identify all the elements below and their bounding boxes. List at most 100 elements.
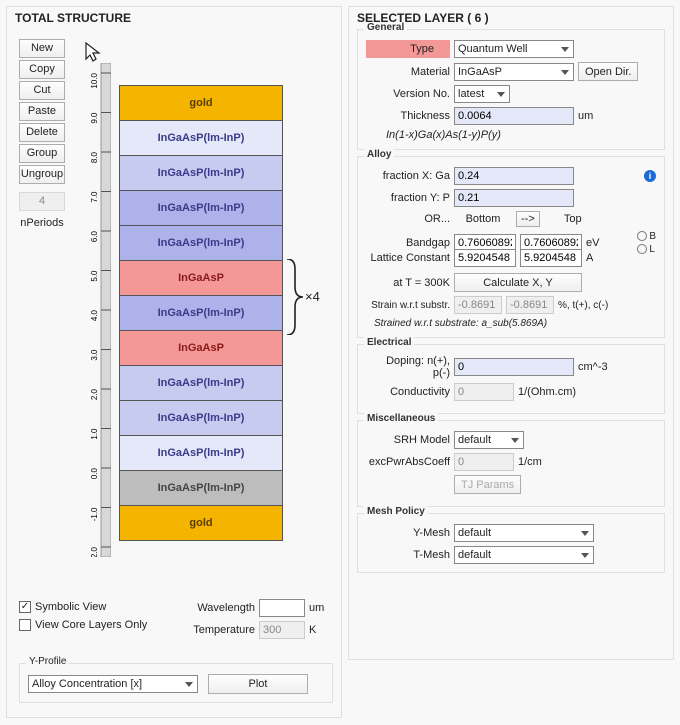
strain-note: Strained w.r.t substrate: a_sub(5.869A): [374, 318, 656, 329]
general-group: General Type Quantum Well Material InGaA…: [357, 29, 665, 150]
tmesh-select[interactable]: default: [454, 546, 594, 564]
lattice-bottom-input[interactable]: [454, 249, 516, 267]
bottom-header: Bottom: [454, 213, 512, 225]
strain-top: [506, 296, 554, 314]
layer-row[interactable]: InGaAsP(lm-InP): [119, 155, 283, 191]
temperature-unit: K: [309, 624, 316, 636]
layer-row[interactable]: InGaAsP(lm-InP): [119, 225, 283, 261]
nperiods-value: 4: [19, 192, 65, 211]
type-label: Type: [366, 40, 450, 58]
group-button[interactable]: Group: [19, 144, 65, 163]
layer-row[interactable]: InGaAsP: [119, 260, 283, 296]
symbolic-view-check[interactable]: ✓Symbolic View: [19, 601, 106, 613]
strain-unit: %, t(+), c(-): [558, 300, 608, 311]
srh-select[interactable]: default: [454, 431, 524, 449]
temperature-input[interactable]: [259, 621, 305, 639]
type-select[interactable]: Quantum Well: [454, 40, 574, 58]
misc-group: Miscellaneous SRH Model default excPwrAb…: [357, 420, 665, 507]
wavelength-label: Wavelength: [193, 602, 255, 614]
wavelength-unit: um: [309, 602, 324, 614]
ymesh-select[interactable]: default: [454, 524, 594, 542]
layer-stack[interactable]: goldInGaAsP(lm-InP)InGaAsP(lm-InP)InGaAs…: [119, 85, 283, 541]
lattice-unit: A: [586, 252, 593, 264]
svg-text:-2.0: -2.0: [90, 546, 99, 557]
nperiods-label: nPeriods: [19, 217, 65, 229]
srh-label: SRH Model: [366, 434, 450, 446]
layer-row[interactable]: InGaAsP(lm-InP): [119, 120, 283, 156]
misc-legend: Miscellaneous: [364, 413, 438, 424]
thickness-label: Thickness: [366, 110, 450, 122]
copy-button[interactable]: Copy: [19, 60, 65, 79]
alloy-legend: Alloy: [364, 149, 394, 160]
layer-row[interactable]: InGaAsP: [119, 330, 283, 366]
layer-row[interactable]: InGaAsP(lm-InP): [119, 435, 283, 471]
radio-b[interactable]: B: [637, 231, 656, 242]
cut-button[interactable]: Cut: [19, 81, 65, 100]
svg-text:8.0: 8.0: [90, 151, 99, 163]
lattice-top-input[interactable]: [520, 249, 582, 267]
arrow-button[interactable]: -->: [516, 211, 540, 227]
structure-button-column: New Copy Cut Paste Delete Group Ungroup …: [19, 39, 65, 229]
thickness-input[interactable]: [454, 107, 574, 125]
doping-input[interactable]: [454, 358, 574, 376]
strain-bottom: [454, 296, 502, 314]
total-structure-title: TOTAL STRUCTURE: [15, 11, 333, 25]
svg-text:-1.0: -1.0: [90, 507, 99, 521]
layer-row[interactable]: InGaAsP(lm-InP): [119, 470, 283, 506]
version-select[interactable]: latest: [454, 85, 510, 103]
delete-button[interactable]: Delete: [19, 123, 65, 142]
new-button[interactable]: New: [19, 39, 65, 58]
plot-button[interactable]: Plot: [208, 674, 308, 694]
alloy-group: Alloy fraction X: Ga i fraction Y: P OR.…: [357, 156, 665, 338]
wavelength-input[interactable]: [259, 599, 305, 617]
svg-text:10.0: 10.0: [90, 72, 99, 88]
layer-row[interactable]: InGaAsP(lm-InP): [119, 400, 283, 436]
doping-unit: cm^-3: [578, 361, 608, 373]
svg-text:6.0: 6.0: [90, 230, 99, 242]
layer-row[interactable]: InGaAsP(lm-InP): [119, 295, 283, 331]
material-select[interactable]: InGaAsP: [454, 63, 574, 81]
layer-row[interactable]: InGaAsP(lm-InP): [119, 365, 283, 401]
conductivity-label: Conductivity: [366, 386, 450, 398]
svg-text:3.0: 3.0: [90, 349, 99, 361]
svg-text:9.0: 9.0: [90, 112, 99, 124]
material-label: Material: [366, 66, 450, 78]
at-t-label: at T = 300K: [366, 277, 450, 289]
ungroup-button[interactable]: Ungroup: [19, 165, 65, 184]
doping-label: Doping: n(+), p(-): [366, 355, 450, 379]
electrical-legend: Electrical: [364, 337, 414, 348]
tj-params-button: TJ Params: [454, 475, 521, 494]
mesh-group: Mesh Policy Y-Mesh default T-Mesh defaul…: [357, 513, 665, 573]
yprofile-select[interactable]: Alloy Concentration [x]: [28, 675, 198, 693]
core-layers-only-check[interactable]: View Core Layers Only: [19, 619, 147, 631]
fraction-y-input[interactable]: [454, 189, 574, 207]
svg-text:4.0: 4.0: [90, 309, 99, 321]
conductivity-unit: 1/(Ohm.cm): [518, 386, 576, 398]
general-legend: General: [364, 22, 407, 33]
tmesh-label: T-Mesh: [366, 549, 450, 561]
version-label: Version No.: [366, 88, 450, 100]
thickness-unit: um: [578, 110, 593, 122]
core-layers-only-label: View Core Layers Only: [35, 619, 147, 631]
exc-unit: 1/cm: [518, 456, 542, 468]
layer-row[interactable]: gold: [119, 505, 283, 541]
layer-row[interactable]: gold: [119, 85, 283, 121]
paste-button[interactable]: Paste: [19, 102, 65, 121]
info-icon[interactable]: i: [644, 170, 656, 182]
bandgap-unit: eV: [586, 237, 599, 249]
strain-label: Strain w.r.t substr.: [366, 300, 450, 311]
fraction-x-input[interactable]: [454, 167, 574, 185]
svg-text:0.0: 0.0: [90, 467, 99, 479]
radio-l[interactable]: L: [637, 244, 656, 255]
calculate-button[interactable]: Calculate X, Y: [454, 273, 582, 292]
fraction-y-label: fraction Y: P: [366, 192, 450, 204]
yprofile-legend: Y-Profile: [26, 656, 69, 667]
exc-label: excPwrAbsCoeff: [366, 456, 450, 468]
svg-text:5.0: 5.0: [90, 270, 99, 282]
material-formula: In(1-x)Ga(x)As(1-y)P(y): [386, 129, 656, 141]
lattice-label: Lattice Constant: [366, 252, 450, 264]
open-dir-button[interactable]: Open Dir.: [578, 62, 638, 81]
layer-row[interactable]: InGaAsP(lm-InP): [119, 190, 283, 226]
bandgap-label: Bandgap: [366, 237, 450, 249]
total-structure-panel: TOTAL STRUCTURE New Copy Cut Paste Delet…: [6, 6, 342, 718]
